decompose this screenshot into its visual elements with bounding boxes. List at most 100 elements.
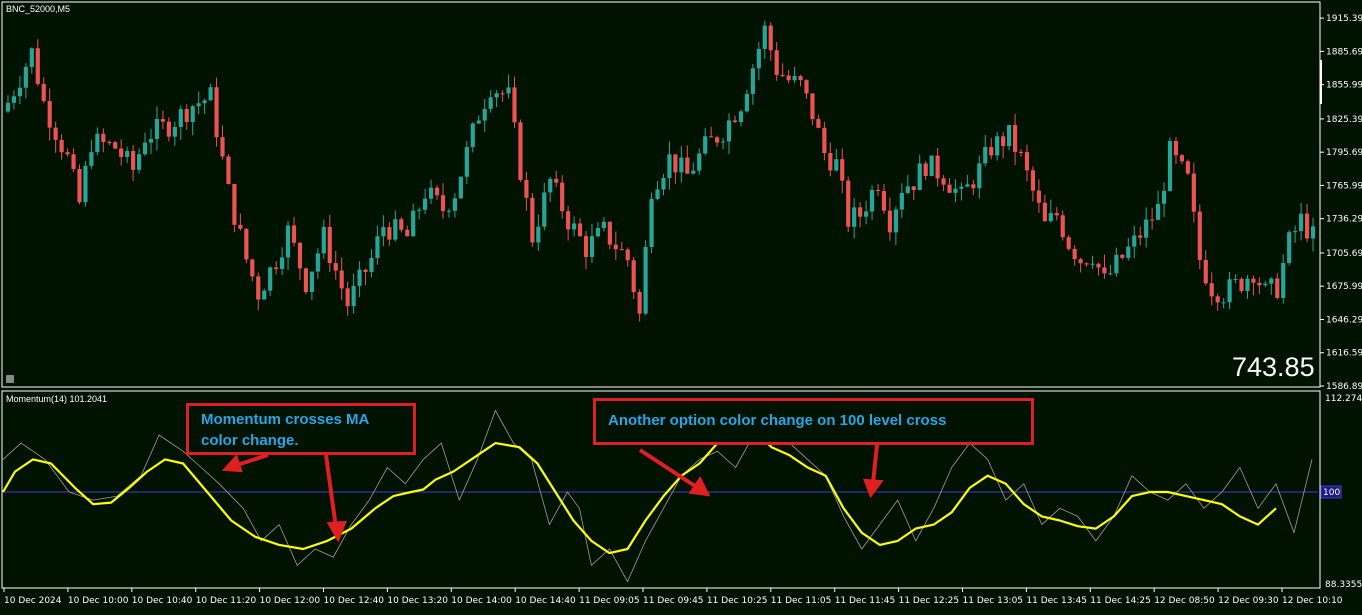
- price-axis[interactable]: 1915.39 1885.69 1855.99 1825.39 1795.69 1765.…: [1320, 14, 1362, 392]
- candle: [1120, 253, 1125, 260]
- candle-body: [446, 210, 452, 212]
- candle: [1251, 275, 1256, 296]
- price-pane[interactable]: [1, 1, 1321, 388]
- candle-body: [363, 269, 368, 273]
- candle-body: [65, 152, 70, 155]
- chart-canvas[interactable]: 1915.39 1885.69 1855.99 1825.39 1795.69 1765.…: [0, 0, 1362, 611]
- candle-body: [1263, 283, 1268, 286]
- candle-body: [95, 133, 100, 153]
- annotation-box-2[interactable]: Another option color change on 100 level…: [593, 398, 1034, 445]
- candle: [1078, 257, 1083, 273]
- price-tick-label: 1586.89: [1326, 382, 1362, 392]
- time-tick-label: 12 Dec 08:50: [1154, 596, 1215, 606]
- candle-body: [828, 153, 833, 171]
- candle-body: [17, 87, 22, 97]
- candle-body: [852, 207, 857, 227]
- candle: [750, 64, 755, 105]
- candle-body: [554, 178, 559, 183]
- candle: [1310, 217, 1316, 252]
- candle-body: [572, 223, 577, 230]
- candle-body: [47, 101, 52, 128]
- candle-body: [1221, 302, 1226, 304]
- indicator-axis[interactable]: 112.2742 88.3355 100: [1320, 394, 1362, 590]
- candle: [965, 174, 970, 187]
- annotation-2-line1: Another option color change on 100 level…: [608, 412, 947, 429]
- ind-bottom-label: 88.3355: [1325, 580, 1362, 590]
- candle-body: [297, 242, 303, 269]
- candle: [566, 205, 571, 241]
- candle-body: [601, 221, 606, 228]
- candle: [202, 98, 207, 114]
- candle: [977, 155, 982, 199]
- candle: [17, 75, 22, 105]
- candle-body: [452, 198, 457, 211]
- candle-body: [411, 210, 416, 237]
- candle: [172, 121, 177, 146]
- price-tick-label: 1705.69: [1326, 249, 1362, 259]
- annotation-box-1[interactable]: Momentum crosses MA color change.: [186, 403, 416, 455]
- price-scale-marker[interactable]: [1320, 60, 1322, 104]
- candle-body: [917, 163, 922, 190]
- candle: [327, 214, 332, 272]
- candle: [607, 221, 612, 250]
- candle-body: [280, 257, 285, 269]
- candle-body: [166, 121, 171, 137]
- arrow-2b: [871, 444, 879, 484]
- chart-shift-button[interactable]: [6, 375, 14, 383]
- annotation-1-line2: color change.: [201, 432, 299, 449]
- candle: [1108, 264, 1113, 276]
- candle: [864, 200, 869, 225]
- candle-body: [846, 180, 851, 227]
- candle-body: [178, 109, 183, 127]
- candle-body: [881, 191, 887, 211]
- candle-body: [655, 189, 660, 199]
- candle-body: [816, 119, 821, 128]
- time-axis[interactable]: 10 Dec 2024 10 Dec 10:00 10 Dec 10:40 10 De…: [3, 588, 1343, 606]
- candle: [822, 121, 827, 161]
- candle-body: [566, 211, 571, 230]
- candle-body: [29, 48, 34, 67]
- candle: [989, 137, 994, 160]
- candle-body: [256, 276, 261, 300]
- candle-body: [875, 189, 881, 192]
- trading-chart[interactable]: 1915.39 1885.69 1855.99 1825.39 1795.69 1765.…: [0, 0, 1362, 611]
- time-tick-label: 11 Dec 09:05: [579, 596, 640, 606]
- candle: [917, 154, 922, 191]
- candle: [953, 179, 958, 203]
- candle-body: [309, 271, 314, 293]
- level-badge-label: 100: [1323, 488, 1340, 498]
- candle: [274, 261, 279, 275]
- candle-body: [989, 147, 994, 156]
- candle: [530, 193, 535, 247]
- candle: [77, 164, 82, 205]
- candle-body: [1048, 213, 1053, 222]
- time-tick-label: 11 Dec 09:45: [643, 596, 704, 606]
- candle-body: [101, 133, 106, 143]
- candle: [303, 267, 309, 295]
- time-tick-label: 11 Dec 13:05: [963, 596, 1024, 606]
- candle: [512, 76, 517, 128]
- candle: [881, 184, 887, 214]
- candle-body: [23, 66, 28, 88]
- candle-body: [464, 146, 469, 177]
- arrow-2a-head: [688, 476, 711, 497]
- candle: [685, 145, 690, 174]
- candle-body: [649, 198, 654, 247]
- candle-body: [339, 270, 344, 289]
- candle: [125, 146, 130, 163]
- time-tick-label: 10 Dec 12:00: [260, 596, 321, 606]
- candle-body: [351, 285, 356, 307]
- candle-body: [399, 219, 404, 230]
- candle: [726, 113, 732, 155]
- candle: [947, 178, 952, 194]
- candle-body: [1167, 141, 1173, 191]
- candle: [1084, 262, 1089, 267]
- candle: [119, 139, 124, 166]
- candle: [41, 77, 46, 104]
- candle: [423, 188, 428, 214]
- candle-body: [333, 263, 338, 271]
- price-tick-label: 1765.99: [1326, 181, 1362, 191]
- time-tick-label: 10 Dec 2024: [4, 596, 62, 606]
- candle: [828, 142, 833, 177]
- time-tick-label: 10 Dec 14:00: [451, 596, 512, 606]
